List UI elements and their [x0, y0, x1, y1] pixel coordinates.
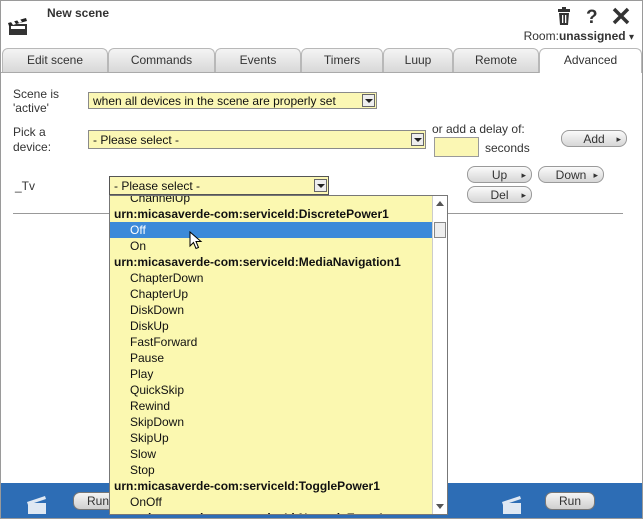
tab-advanced[interactable]: Advanced [539, 48, 642, 73]
dropdown-option[interactable]: Off [110, 222, 434, 238]
clapperboard-icon [27, 496, 46, 514]
device-action-value: - Please select - [114, 179, 201, 193]
dropdown-group-header: urn:micasaverde-com:serviceId:NumericEnt… [110, 510, 434, 514]
dropdown-option[interactable]: Rewind [110, 398, 434, 414]
dropdown-option[interactable]: ChapterUp [110, 286, 434, 302]
scene-title: New scene [47, 6, 110, 20]
dropdown-arrow-icon [362, 94, 375, 107]
svg-text:?: ? [586, 7, 598, 26]
close-icon[interactable] [611, 6, 631, 26]
tab-bar: Edit scene Commands Events Timers Luup R… [1, 48, 642, 73]
dropdown-option[interactable]: Play [110, 366, 434, 382]
tab-luup[interactable]: Luup [383, 48, 453, 72]
device-action-dropdown-list[interactable]: ChannelUp urn:micasaverde-com:serviceId:D… [109, 195, 448, 515]
delay-label: or add a delay of: [432, 122, 525, 136]
dropdown-option[interactable]: SkipUp [110, 430, 434, 446]
header: New scene ? Room:unassigned ▾ [1, 1, 642, 45]
dropdown-group-header: urn:micasaverde-com:serviceId:DiscretePo… [114, 207, 389, 221]
clapperboard-icon [8, 18, 27, 35]
device-action-select[interactable]: - Please select - [109, 176, 329, 195]
dropdown-option[interactable]: On [110, 238, 434, 254]
dropdown-arrow-icon [314, 179, 327, 192]
scroll-thumb[interactable] [434, 222, 446, 238]
delay-seconds-input[interactable] [434, 137, 479, 157]
dropdown-option[interactable]: QuickSkip [110, 382, 434, 398]
run-button[interactable]: Run [545, 492, 595, 510]
dropdown-option[interactable]: SkipDown [110, 414, 434, 430]
delete-button[interactable]: Del [467, 186, 532, 204]
tab-events[interactable]: Events [215, 48, 301, 72]
pick-device-value: - Please select - [93, 133, 180, 147]
trash-icon[interactable] [554, 6, 574, 26]
tab-timers[interactable]: Timers [301, 48, 383, 72]
dropdown-option[interactable]: Pause [110, 350, 434, 366]
add-button[interactable]: Add [561, 130, 627, 148]
pick-device-select[interactable]: - Please select - [88, 130, 426, 149]
dropdown-option[interactable]: ChannelUp [110, 196, 434, 206]
tab-edit-scene[interactable]: Edit scene [2, 48, 108, 72]
move-up-button[interactable]: Up [467, 166, 532, 184]
clapperboard-icon [502, 496, 521, 514]
scene-active-select[interactable]: when all devices in the scene are proper… [88, 92, 377, 109]
room-selector[interactable]: Room:unassigned ▾ [524, 29, 634, 43]
scene-active-value: when all devices in the scene are proper… [93, 94, 336, 108]
dropdown-option[interactable]: Slow [110, 446, 434, 462]
scroll-down-icon[interactable] [436, 504, 444, 509]
room-value: unassigned [558, 29, 626, 43]
dropdown-option[interactable]: FastForward [110, 334, 434, 350]
scene-editor-window: New scene ? Room:unassigned ▾ Edit scene… [0, 0, 643, 519]
chevron-down-icon: ▾ [628, 32, 634, 43]
dropdown-arrow-icon [411, 133, 424, 146]
move-down-button[interactable]: Down [538, 166, 604, 184]
dropdown-option[interactable]: OnOff [110, 494, 434, 510]
tab-commands[interactable]: Commands [108, 48, 215, 72]
mouse-cursor-icon [189, 231, 203, 250]
pick-device-label-1: Pick a [13, 125, 46, 139]
dropdown-option[interactable]: DiskDown [110, 302, 434, 318]
dropdown-group-header: urn:micasaverde-com:serviceId:MediaNavig… [114, 255, 401, 269]
tab-remote[interactable]: Remote [453, 48, 539, 72]
dropdown-option[interactable]: ChapterDown [110, 270, 434, 286]
dropdown-option[interactable]: DiskUp [110, 318, 434, 334]
scroll-up-icon[interactable] [436, 201, 444, 206]
dropdown-options: ChannelUp urn:micasaverde-com:serviceId:D… [110, 196, 434, 514]
dropdown-option[interactable]: Stop [110, 462, 434, 478]
seconds-label: seconds [485, 141, 530, 155]
dropdown-group-header: urn:micasaverde-com:serviceId:TogglePowe… [114, 479, 380, 493]
device-name-label: _Tv [15, 179, 36, 193]
pick-device-label-2: device: [13, 140, 52, 154]
room-label: Room: [523, 29, 559, 43]
dropdown-scrollbar[interactable] [432, 196, 447, 514]
scene-active-label: Scene is 'active' [13, 87, 60, 115]
help-icon[interactable]: ? [583, 6, 603, 26]
